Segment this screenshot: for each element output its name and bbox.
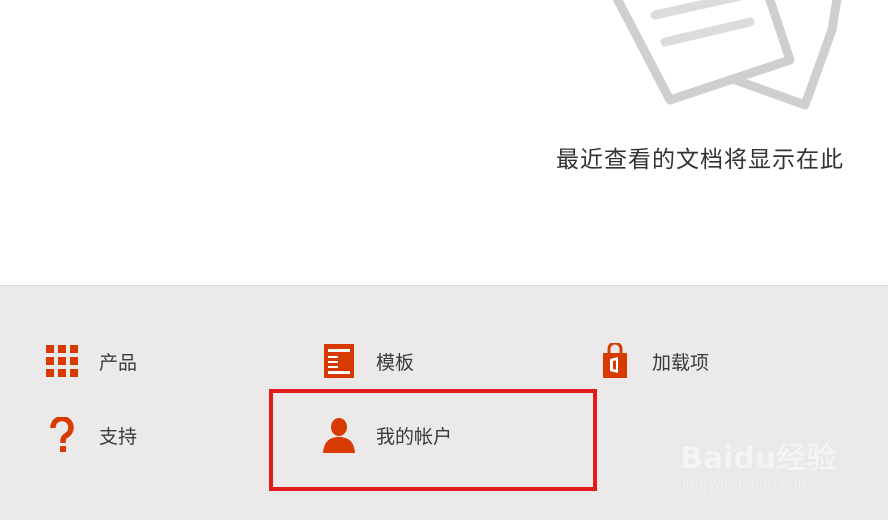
- support-tile[interactable]: 支持: [45, 415, 137, 455]
- recent-empty-message: 最近查看的文档将显示在此: [556, 147, 844, 173]
- template-icon: [322, 344, 356, 378]
- grid-icon: [45, 344, 79, 378]
- documents-illustration-icon: [612, 0, 842, 110]
- baidu-watermark: Baidu经验 jingyan.baidu.com: [676, 425, 876, 505]
- products-tile[interactable]: 产品: [45, 341, 137, 381]
- products-label: 产品: [99, 351, 138, 374]
- store-bag-icon: [598, 343, 632, 378]
- addins-tile[interactable]: 加载项: [598, 341, 709, 381]
- recent-documents-area: 最近查看的文档将显示在此: [0, 0, 888, 285]
- templates-tile[interactable]: 模板: [322, 341, 414, 381]
- watermark-url: jingyan.baidu.com: [682, 477, 812, 493]
- highlight-annotation-box: [269, 389, 597, 491]
- watermark-brand: Baidu经验: [680, 441, 837, 476]
- support-label: 支持: [99, 425, 138, 448]
- addins-label: 加载项: [652, 351, 710, 374]
- question-icon: [45, 417, 79, 452]
- templates-label: 模板: [376, 351, 415, 374]
